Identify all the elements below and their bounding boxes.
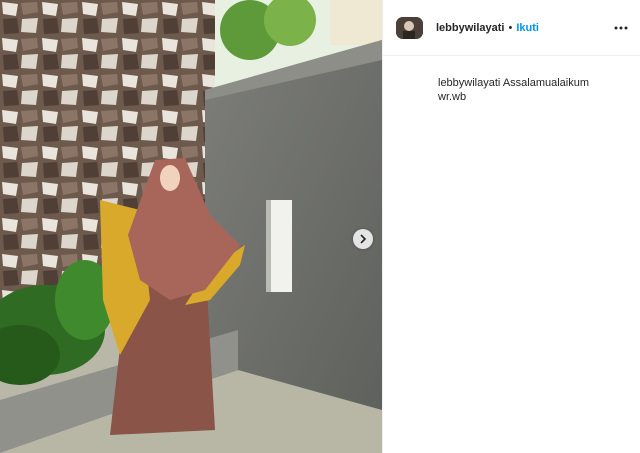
post-photo[interactable] [0,0,382,453]
header-separator: • [508,21,513,34]
header-username[interactable]: lebbywilayati [436,22,504,34]
post-side-panel: lebbywilayati • Ikuti lebbywilayati Assa… [382,0,640,453]
post-photo-image [0,0,382,453]
instagram-post: lebbywilayati • Ikuti lebbywilayati Assa… [0,0,640,453]
carousel-next-button[interactable] [353,229,373,249]
more-options-button[interactable] [612,19,630,37]
chevron-right-icon [360,234,367,244]
caption-username[interactable]: lebbywilayati [438,77,500,89]
avatar[interactable] [396,16,423,39]
post-caption: lebbywilayati Assalamualaikum wr.wb [438,76,608,104]
header-text: lebbywilayati • Ikuti [436,22,612,34]
more-horizontal-icon [614,26,628,29]
follow-button[interactable]: Ikuti [516,22,539,34]
avatar-image [396,16,423,39]
post-header: lebbywilayati • Ikuti [383,0,640,56]
